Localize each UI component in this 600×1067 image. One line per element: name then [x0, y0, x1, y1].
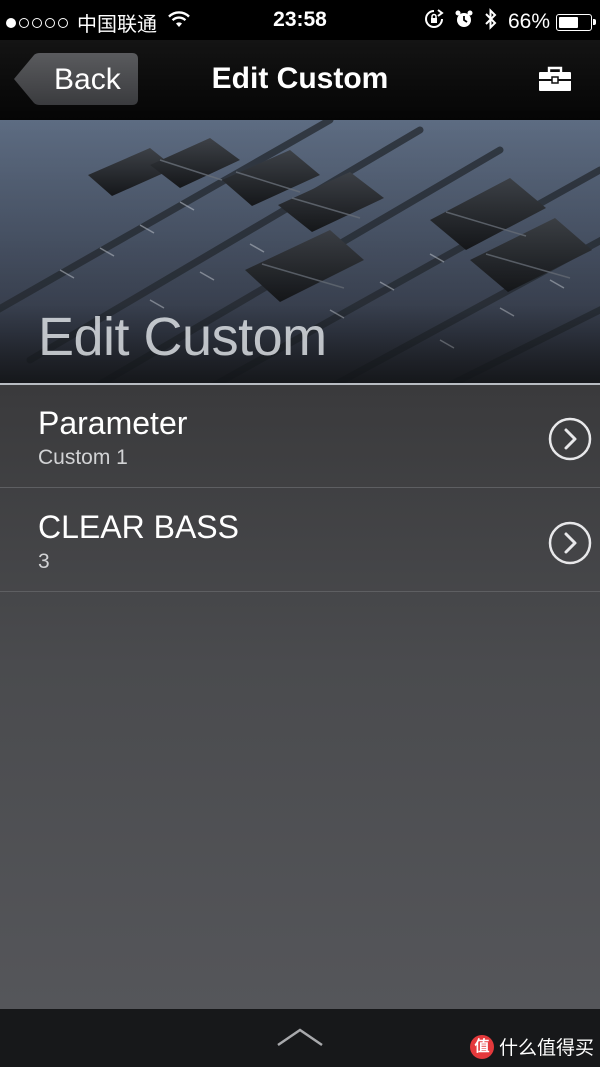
list-item-value: Custom 1	[38, 446, 128, 469]
list-item-clear-bass[interactable]: CLEAR BASS 3	[0, 489, 600, 592]
chevron-up-icon[interactable]	[276, 1025, 324, 1054]
toolbox-icon[interactable]	[538, 66, 572, 97]
nav-title: Edit Custom	[211, 62, 389, 95]
battery-icon	[556, 13, 596, 31]
settings-list: Parameter Custom 1 CLEAR BASS 3	[0, 385, 600, 1009]
rotation-lock-icon	[424, 9, 444, 35]
watermark-text: 什么值得买	[498, 1037, 594, 1059]
chevron-right-icon[interactable]	[548, 521, 592, 570]
bottom-bar: 值 什么值得买	[0, 1009, 600, 1067]
battery-fill	[559, 16, 578, 28]
list-item-parameter[interactable]: Parameter Custom 1	[0, 385, 600, 488]
watermark: 值 什么值得买	[469, 1033, 594, 1060]
list-item-title: CLEAR BASS	[38, 509, 239, 545]
hero-title: Edit Custom	[38, 307, 327, 367]
status-bar: 中国联通 23:58 66%	[0, 0, 600, 40]
navigation-bar: Back Edit Custom	[0, 40, 600, 120]
list-item-value: 3	[38, 550, 50, 573]
hero-banner: Edit Custom	[0, 120, 600, 384]
list-item-title: Parameter	[38, 405, 188, 441]
alarm-icon	[454, 9, 474, 35]
status-right: 66%	[414, 8, 596, 36]
watermark-logo: 值	[469, 1034, 494, 1059]
battery-percent: 66%	[507, 10, 550, 33]
bluetooth-icon	[484, 8, 498, 36]
chevron-right-icon[interactable]	[548, 417, 592, 466]
